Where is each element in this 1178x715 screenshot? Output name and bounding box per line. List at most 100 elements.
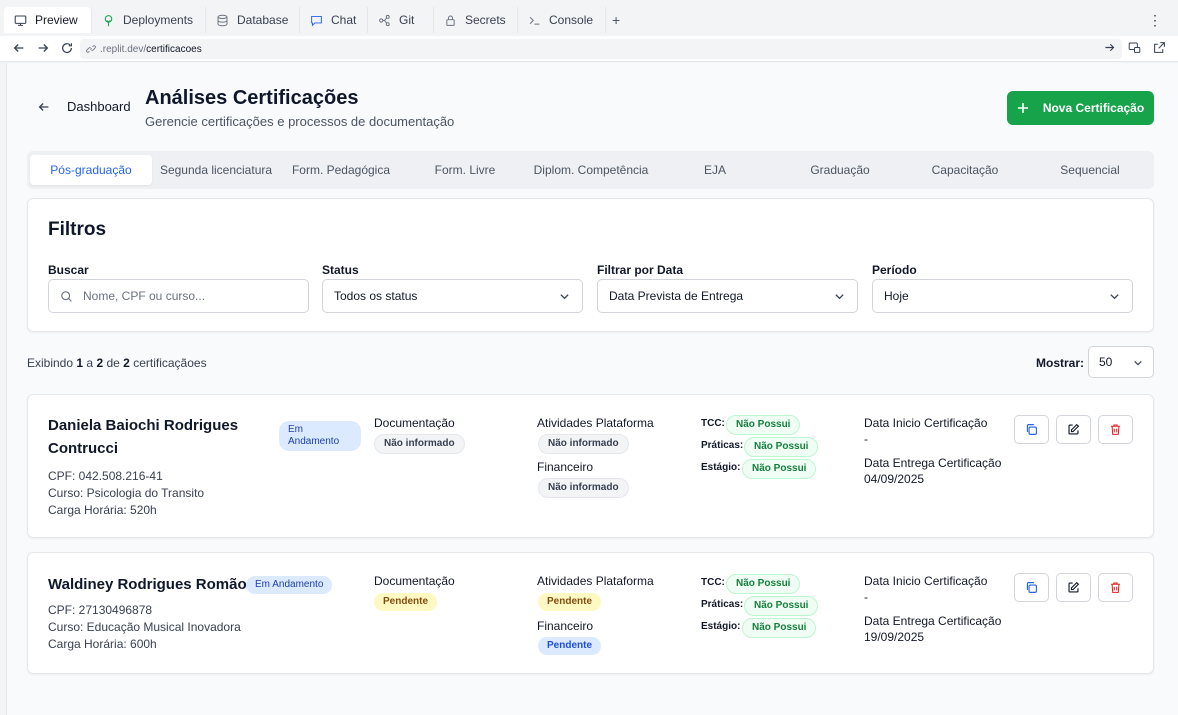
open-external-icon[interactable] xyxy=(1153,41,1166,54)
tab-pos-graduacao[interactable]: Pós-graduação xyxy=(30,155,152,185)
arrow-left-icon xyxy=(38,102,49,111)
copy-icon xyxy=(1026,582,1037,593)
tab-chat[interactable]: Chat xyxy=(300,7,368,33)
lock-icon xyxy=(446,15,455,26)
tab-graduacao[interactable]: Graduação xyxy=(779,155,901,185)
tab-segunda-licenciatura[interactable]: Segunda licenciatura xyxy=(155,155,277,185)
trash-icon xyxy=(1111,582,1120,593)
new-tab-icon[interactable]: + xyxy=(612,12,620,28)
tab-console[interactable]: Console xyxy=(518,7,606,33)
period-select[interactable]: Hoje xyxy=(872,279,1133,313)
counter-mid: a xyxy=(86,356,94,370)
reload-icon[interactable] xyxy=(60,41,74,55)
delivery-date-label: Data Entrega Certificação xyxy=(864,614,1002,628)
delivery-date-label: Data Entrega Certificação xyxy=(864,456,1002,470)
internship-label: Estágio: xyxy=(701,462,741,473)
tab-label: Console xyxy=(549,13,594,27)
tab-label: Secrets xyxy=(465,13,506,27)
student-details: CPF: 27130496878 Curso: Educação Musical… xyxy=(48,602,241,653)
delete-button[interactable] xyxy=(1098,573,1133,602)
documentation-badge: Não informado xyxy=(374,434,465,454)
tab-label: Chat xyxy=(331,13,357,27)
status-badge-line: Em xyxy=(288,424,303,435)
student-name: Waldiney Rodrigues Romão xyxy=(48,576,247,593)
back-to-dashboard-link[interactable]: Dashboard xyxy=(37,99,131,114)
student-name: Daniela Baiochi Rodrigues Contrucci xyxy=(48,414,238,460)
tcc-badge: Não Possui xyxy=(726,415,801,435)
tab-preview[interactable]: Preview xyxy=(4,7,92,33)
tab-label: Database xyxy=(237,13,289,27)
chevron-down-icon xyxy=(835,294,844,300)
student-course: Curso: Educação Musical Inovadora xyxy=(48,620,241,634)
terminal-icon xyxy=(529,16,540,25)
financial-badge: Não informado xyxy=(538,478,629,498)
internship-badge: Não Possui xyxy=(742,459,817,479)
student-course: Curso: Psicologia do Transito xyxy=(48,486,205,500)
go-arrow-icon[interactable] xyxy=(1103,41,1116,54)
search-label: Buscar xyxy=(48,263,89,277)
status-badge: Em Andamento xyxy=(246,576,333,594)
app-page: Dashboard Análises Certificações Gerenci… xyxy=(6,63,1178,715)
url-input[interactable]: .replit.dev/certificacoes xyxy=(80,39,1122,59)
page-size-select[interactable]: 50 xyxy=(1088,346,1154,378)
financial-label: Financeiro xyxy=(537,619,594,633)
start-date-value: - xyxy=(864,590,868,604)
database-icon xyxy=(217,14,228,26)
delivery-date-value: 19/09/2025 xyxy=(864,630,925,644)
monitor-icon xyxy=(14,15,27,26)
start-date-label: Data Inicio Certificação xyxy=(864,574,988,588)
practices-badge: Não Possui xyxy=(744,437,819,457)
counter-suffix: certificaçãoes xyxy=(133,356,207,370)
edit-button[interactable] xyxy=(1056,573,1091,602)
date-filter-label: Filtrar por Data xyxy=(597,263,684,277)
tab-eja[interactable]: EJA xyxy=(654,155,776,185)
student-cpf: CPF: 042.508.216-41 xyxy=(48,469,163,483)
tab-database[interactable]: Database xyxy=(206,7,300,33)
back-arrow-icon[interactable] xyxy=(12,41,26,55)
delete-button[interactable] xyxy=(1098,415,1133,444)
student-cpf: CPF: 27130496878 xyxy=(48,603,153,617)
chevron-down-icon xyxy=(1110,294,1119,300)
tab-git[interactable]: Git xyxy=(368,7,434,33)
devtools-icon[interactable] xyxy=(1128,41,1141,54)
forward-arrow-icon[interactable] xyxy=(36,41,50,55)
tab-form-pedagogica[interactable]: Form. Pedagógica xyxy=(280,155,402,185)
status-select-value: Todos os status xyxy=(334,289,418,303)
tab-deployments[interactable]: Deployments xyxy=(92,7,206,33)
start-date-label: Data Inicio Certificação xyxy=(864,416,988,430)
internship-badge: Não Possui xyxy=(742,618,817,638)
url-path: certificacoes xyxy=(146,43,202,55)
copy-button[interactable] xyxy=(1014,573,1049,602)
search-input[interactable]: Nome, CPF ou curso... xyxy=(48,279,309,313)
certification-card: Waldiney Rodrigues Romão Em Andamento CP… xyxy=(27,552,1154,674)
copy-icon xyxy=(1026,424,1037,435)
status-label: Status xyxy=(322,263,359,277)
search-placeholder: Nome, CPF ou curso... xyxy=(83,289,206,303)
financial-label: Financeiro xyxy=(537,460,594,474)
url-host: .replit.dev/ xyxy=(100,43,147,55)
filters-title: Filtros xyxy=(48,219,107,240)
edit-icon xyxy=(1068,423,1080,435)
tab-sequencial[interactable]: Sequencial xyxy=(1029,155,1151,185)
status-select[interactable]: Todos os status xyxy=(322,279,583,313)
new-certification-button[interactable]: Nova Certificação xyxy=(1007,91,1154,125)
tab-capacitacao[interactable]: Capacitação xyxy=(904,155,1026,185)
edit-icon xyxy=(1068,581,1080,593)
edit-button[interactable] xyxy=(1056,415,1091,444)
tab-form-livre[interactable]: Form. Livre xyxy=(404,155,526,185)
copy-button[interactable] xyxy=(1014,415,1049,444)
date-filter-select[interactable]: Data Prevista de Entrega xyxy=(597,279,858,313)
student-workload: Carga Horária: 520h xyxy=(48,503,157,517)
student-name-line: Daniela Baiochi Rodrigues xyxy=(48,417,239,434)
tab-secrets[interactable]: Secrets xyxy=(434,7,518,33)
deploy-icon xyxy=(104,14,113,26)
more-menu-icon[interactable]: ⋮ xyxy=(1148,12,1162,29)
certification-card: Daniela Baiochi Rodrigues Contrucci Em A… xyxy=(27,394,1154,538)
practices-label: Práticas: xyxy=(701,440,744,451)
address-bar: .replit.dev/certificacoes xyxy=(0,36,1178,62)
tab-label: Preview xyxy=(35,13,78,27)
browser-tab-bar: Preview Deployments Database Chat Git Se… xyxy=(0,0,1178,38)
tab-diplom-competencia[interactable]: Diplom. Competência xyxy=(529,155,653,185)
counter-to: 2 xyxy=(96,356,104,370)
platform-activities-label: Atividades Plataforma xyxy=(537,574,654,588)
